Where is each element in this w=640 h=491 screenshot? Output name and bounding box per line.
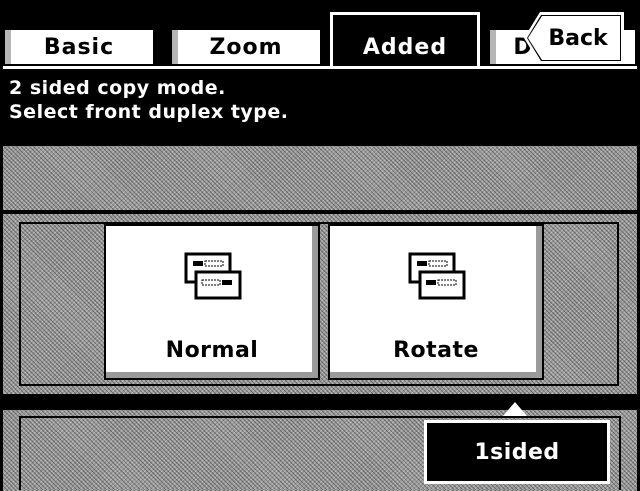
back-button[interactable]: Back: [528, 16, 620, 60]
rotate-button[interactable]: Rotate: [328, 224, 544, 380]
duplex-rotate-icon: [408, 252, 466, 300]
copier-panel: Basic Zoom Added Default 2 sided copy mo…: [0, 0, 640, 491]
message-line-2: Select front duplex type.: [9, 101, 289, 123]
tab-zoom-label: Zoom: [209, 34, 283, 60]
back-button-label: Back: [548, 25, 608, 51]
tab-zoom[interactable]: Zoom: [170, 28, 322, 66]
message-header: 2 sided copy mode. Select front duplex t…: [3, 66, 637, 144]
one-sided-button[interactable]: 1sided: [424, 420, 610, 484]
tab-added-label: Added: [362, 35, 448, 60]
rotate-button-label: Rotate: [393, 338, 479, 363]
duplex-normal-icon: [184, 252, 242, 300]
message-line-1: 2 sided copy mode.: [9, 77, 226, 99]
spacer-band: [3, 146, 637, 210]
normal-button-label: Normal: [165, 338, 259, 363]
tab-added[interactable]: Added: [330, 12, 480, 66]
caret-up-icon: [503, 402, 527, 416]
tab-basic-label: Basic: [43, 34, 115, 60]
tab-basic[interactable]: Basic: [3, 28, 155, 66]
one-sided-label: 1sided: [474, 439, 560, 465]
normal-button[interactable]: Normal: [104, 224, 320, 380]
